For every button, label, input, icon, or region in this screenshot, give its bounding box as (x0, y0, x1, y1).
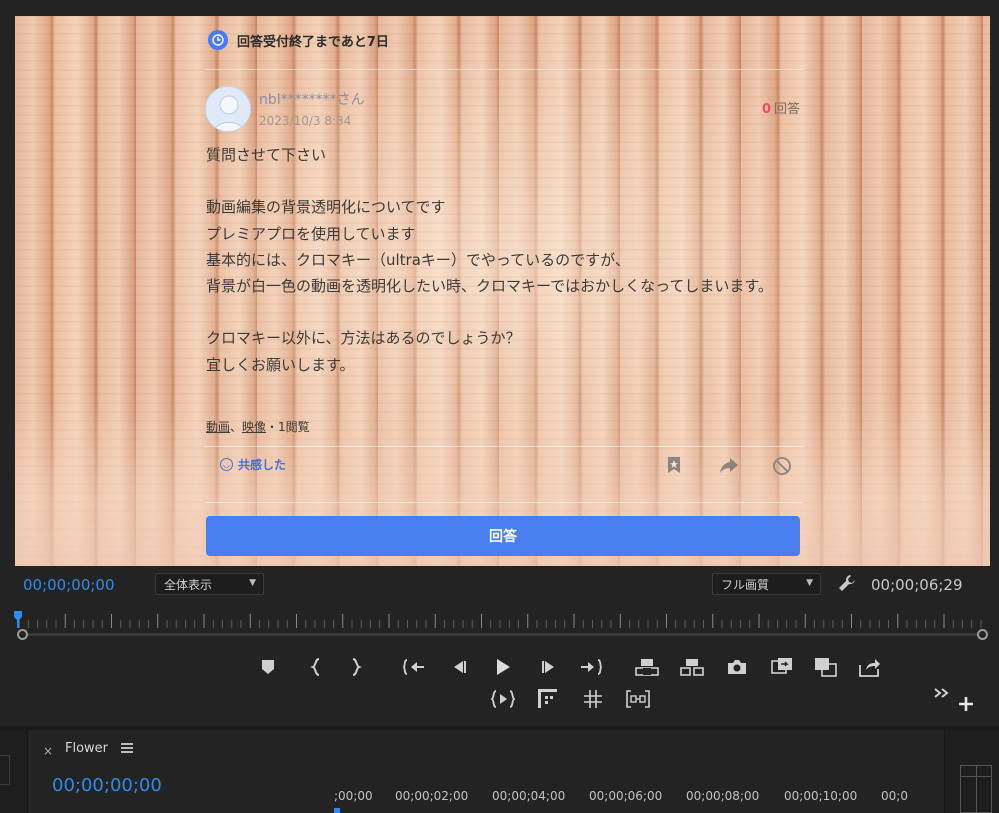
ruler-label: 00;00;06;00 (589, 789, 663, 803)
zoom-level-value: 全体表示 (164, 577, 213, 592)
timeline-playhead[interactable] (334, 808, 340, 813)
current-timecode[interactable]: 00;00;00;00 (23, 576, 115, 594)
duration-timecode: 00;00;06;29 (871, 576, 963, 594)
tag-link[interactable]: 動画 (206, 420, 230, 434)
wrench-icon[interactable] (838, 574, 856, 592)
tag-link[interactable]: 映像 (242, 420, 266, 434)
question-line: クロマキー以外に、方法はあるのでしょうか？ (206, 329, 521, 348)
question-line: 動画編集の背景透明化についてです (206, 198, 446, 217)
divider (205, 446, 803, 447)
export-frame-icon[interactable] (725, 655, 749, 679)
question-line: 質問させて下さい (206, 146, 327, 164)
answer-count-label: 回答 (773, 102, 800, 117)
sequence-tab-name[interactable]: Flower (65, 741, 108, 756)
question-line (206, 299, 806, 325)
go-to-in-icon[interactable] (402, 655, 426, 679)
answer-count: 0 回答 (762, 98, 800, 117)
playhead-line (17, 620, 19, 628)
left-panel-edge (0, 730, 28, 813)
grid-icon[interactable] (581, 687, 605, 711)
add-marker-icon[interactable] (256, 655, 280, 679)
question-line: プレミアプロを使用しています (206, 224, 416, 243)
answer-button[interactable]: 回答 (206, 516, 800, 556)
audio-meter-icon (960, 765, 992, 813)
clock-icon (208, 30, 228, 50)
mark-out-icon[interactable] (344, 655, 368, 679)
playback-resolution-select[interactable]: フル画質 ▼ (712, 573, 821, 595)
zoom-level-select[interactable]: 全体表示 ▼ (155, 573, 264, 595)
right-panel-edge (944, 730, 999, 813)
ruler-label: ;00;00 (334, 789, 373, 803)
step-back-icon[interactable] (447, 655, 471, 679)
ruler-label: 00;00;04;00 (492, 789, 566, 803)
time-ruler[interactable] (17, 610, 987, 630)
tag-list: 動画、映像・1閲覧 (206, 420, 310, 434)
deadline-notice: 回答受付終了まであと7日 (208, 30, 389, 50)
posted-timestamp: 2023/10/3 8:34 (259, 114, 352, 128)
step-forward-icon[interactable] (537, 655, 561, 679)
timeline-timecode[interactable]: 00;00;00;00 (52, 775, 162, 796)
panel-box (0, 755, 10, 785)
play-icon[interactable] (491, 655, 515, 679)
username[interactable]: nbl********さん (259, 89, 365, 109)
empathy-label: 共感した (238, 458, 287, 472)
question-card: 回答受付終了まであと7日 nbl********さん 2023/10/3 8:3… (15, 16, 990, 566)
block-icon[interactable] (772, 456, 792, 476)
scrollbar-handle-left[interactable] (17, 629, 28, 640)
deadline-text: 回答受付終了まであと7日 (237, 34, 389, 50)
empathy-button[interactable]: ◡ 共感した (220, 456, 286, 473)
mark-in-icon[interactable] (304, 655, 328, 679)
bookmark-icon[interactable] (665, 456, 685, 476)
insert-icon[interactable] (770, 655, 794, 679)
chevron-down-icon: ▼ (806, 578, 813, 588)
program-monitor-preview: 回答受付終了まであと7日 nbl********さん 2023/10/3 8:3… (15, 16, 990, 566)
view-count: ・1閲覧 (266, 420, 310, 434)
divider (205, 502, 803, 503)
scrollbar-handle-right[interactable] (977, 629, 988, 640)
share-icon[interactable] (719, 456, 739, 476)
go-to-out-icon[interactable] (579, 655, 603, 679)
play-in-to-out-icon[interactable] (491, 687, 515, 711)
playback-resolution-value: フル画質 (721, 577, 770, 592)
panel-menu-icon[interactable] (121, 743, 133, 753)
zoom-scrollbar[interactable] (22, 633, 984, 636)
extract-icon[interactable] (680, 655, 704, 679)
export-icon[interactable] (858, 655, 882, 679)
add-button-icon[interactable] (955, 693, 977, 715)
answer-count-number: 0 (761, 102, 771, 117)
question-line: 宜しくお願いします。 (206, 355, 355, 374)
question-line: 背景が白一色の動画を透明化したい時、クロマキーではおかしくなってしまいます。 (206, 277, 773, 295)
question-line (206, 168, 806, 194)
divider (205, 69, 803, 70)
avatar[interactable] (205, 86, 251, 132)
compare-icon[interactable] (626, 687, 650, 711)
more-icon[interactable] (930, 683, 952, 703)
question-body: 質問させて下さい 動画編集の背景透明化についてです プレミアプロを使用しています… (206, 142, 806, 378)
question-line: 基本的には、クロマキー（ultraキー）でやっているのですが、 (206, 250, 630, 269)
timeline-panel: × Flower 00;00;00;00 ;00;00 00;00;02;00 … (30, 730, 940, 813)
ruler-label: 00;0 (881, 789, 908, 803)
smile-icon: ◡ (220, 458, 233, 471)
close-tab-icon[interactable]: × (43, 744, 53, 758)
safe-margins-icon[interactable] (536, 687, 560, 711)
chevron-down-icon: ▼ (249, 578, 256, 588)
overwrite-icon[interactable] (814, 655, 838, 679)
ruler-label: 00;00;08;00 (686, 789, 760, 803)
ruler-label: 00;00;02;00 (395, 789, 469, 803)
lift-icon[interactable] (635, 655, 659, 679)
ruler-label: 00;00;10;00 (784, 789, 858, 803)
